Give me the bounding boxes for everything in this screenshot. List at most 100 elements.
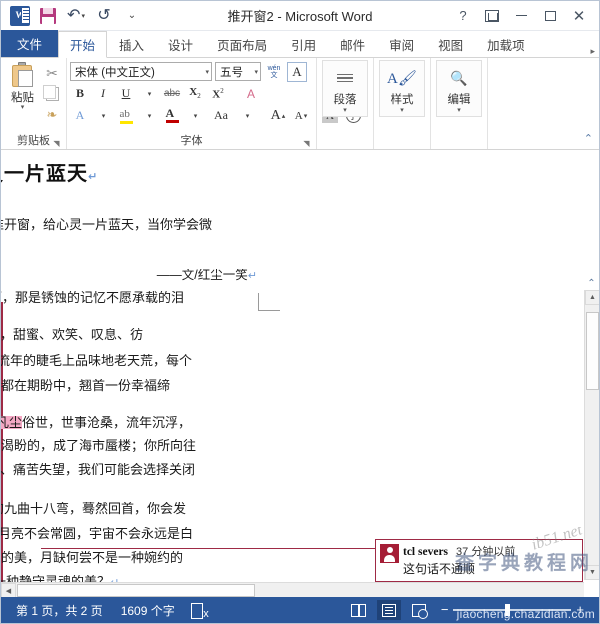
read-mode-view-button[interactable] <box>347 600 371 620</box>
tab-home[interactable]: 开始 <box>58 31 108 58</box>
scroll-left-button[interactable]: ◀ <box>1 583 16 597</box>
horizontal-scrollbar[interactable]: ◀ <box>1 582 584 597</box>
document-page[interactable]: 灵一片蓝天↵ 推开窗，给心灵一片蓝天，当你学会微 ——文/红尘一笑↵ 雨，那是锈… <box>1 150 599 597</box>
proofing-errors-icon[interactable] <box>190 602 209 620</box>
maximize-icon[interactable] <box>536 3 564 29</box>
tab-overflow-icon[interactable]: ▸ <box>590 46 599 57</box>
tab-page-layout[interactable]: 页面布局 <box>205 31 279 57</box>
underline-caret-icon[interactable]: ▾ <box>139 84 159 104</box>
word-count[interactable]: 1609 个字 <box>112 602 184 619</box>
character-border-icon[interactable]: A <box>287 61 307 82</box>
customize-qat-icon[interactable]: ⌄ <box>119 4 145 28</box>
shrink-font-glyph: A <box>294 109 303 122</box>
page-indicator[interactable]: 第 1 页，共 2 页 <box>7 602 112 619</box>
document-line-commented: 凡尘俗世，世事沧桑，流年沉浮， <box>1 416 263 429</box>
italic-icon[interactable]: I <box>93 84 113 104</box>
tab-addins[interactable]: 加载项 <box>475 31 537 57</box>
font-group-label: 字体 ◥ <box>70 134 313 149</box>
comment-text[interactable]: 这句话不通顺 <box>403 560 578 577</box>
minimize-icon[interactable] <box>507 3 535 29</box>
phonetic-top: wén <box>267 64 281 72</box>
scroll-down-button[interactable]: ▼ <box>585 565 599 580</box>
comment-anchor-highlight[interactable]: 凡尘 <box>1 416 23 429</box>
phonetic-guide-icon[interactable]: wén 文 <box>264 62 284 82</box>
paragraph-button[interactable]: 段落 ▾ <box>322 60 368 117</box>
cut-icon[interactable]: ✂ <box>41 63 63 83</box>
font-name-combo[interactable]: 宋体 (中文正文) ▾ <box>70 62 212 81</box>
styles-button[interactable]: A🖌 样式 ▾ <box>379 60 425 117</box>
comment-balloon[interactable]: tcl severs 37 分钟以前 这句话不通顺 zhang 几秒以前 <box>375 539 584 597</box>
print-layout-view-button[interactable] <box>376 600 401 620</box>
font-name-caret-icon[interactable]: ▾ <box>201 68 209 76</box>
text-effects-glyph: A <box>75 108 85 122</box>
phonetic-bottom: 文 <box>270 71 278 79</box>
ribbon-display-options-icon[interactable] <box>478 3 506 29</box>
scroll-up-button[interactable]: ▲ <box>585 290 599 305</box>
styles-caret-icon[interactable]: ▾ <box>400 107 404 116</box>
undo-icon[interactable]: ↶ ▾ <box>63 4 89 28</box>
paste-caret-icon[interactable]: ▾ <box>21 104 25 111</box>
vertical-scrollbar[interactable]: ▲ ▼ <box>584 290 599 580</box>
tab-mailings[interactable]: 邮件 <box>328 31 377 57</box>
word-window: W ↶ ▾ ↺ ⌄ 推开窗2 - Microsoft Word ? ✕ 文件 开始… <box>0 0 600 624</box>
highlight-caret-icon[interactable]: ▾ <box>139 106 159 126</box>
text-effects-caret-icon[interactable]: ▾ <box>93 106 113 126</box>
document-line-8: 的九曲十八弯，蓦然回首，你会发 <box>1 502 187 515</box>
shrink-font-icon[interactable]: A ▾ <box>291 106 311 126</box>
help-icon[interactable]: ? <box>449 3 477 29</box>
tab-insert[interactable]: 插入 <box>107 31 156 57</box>
font-dialog-launcher-icon[interactable]: ◥ <box>302 139 311 148</box>
save-icon[interactable] <box>35 4 61 28</box>
editing-caret-icon[interactable]: ▾ <box>457 107 461 116</box>
ribbon-group-editing: 🔍 编辑 ▾ <box>431 58 488 149</box>
zoom-out-button[interactable]: − <box>441 603 449 616</box>
format-painter-icon[interactable]: ❧ <box>41 105 63 125</box>
change-case-caret-icon[interactable]: ▾ <box>237 106 257 126</box>
highlight-color-icon[interactable]: ab <box>116 106 136 126</box>
change-case-glyph: Aa <box>214 108 228 122</box>
close-icon[interactable]: ✕ <box>565 3 593 29</box>
document-heading: 灵一片蓝天↵ <box>1 164 263 184</box>
strikethrough-icon[interactable]: abc <box>162 84 182 104</box>
comment-timestamp: 37 分钟以前 <box>456 546 516 558</box>
bold-icon[interactable]: B <box>70 84 90 104</box>
font-size-combo[interactable]: 五号 ▾ <box>215 62 261 81</box>
font-group-title: 字体 <box>180 135 203 147</box>
grow-font-glyph: A <box>270 107 281 123</box>
horizontal-scroll-thumb[interactable] <box>17 584 255 597</box>
superscript-icon[interactable]: X2 <box>208 84 228 104</box>
styles-icon: A🖌 <box>387 70 417 87</box>
subscript-icon[interactable]: X2 <box>185 84 205 104</box>
tab-review[interactable]: 审阅 <box>377 31 426 57</box>
attrib-text: ——文/红尘一笑 <box>156 269 248 282</box>
word-app-icon[interactable]: W <box>7 4 33 28</box>
tab-view[interactable]: 视图 <box>426 31 475 57</box>
paste-button[interactable]: 粘贴 ▾ <box>4 60 41 111</box>
tab-file[interactable]: 文件 <box>1 30 59 57</box>
clipboard-dialog-launcher-icon[interactable]: ◥ <box>52 139 61 148</box>
ribbon-group-clipboard: 粘贴 ▾ ✂ ❧ 剪贴板 ◥ <box>1 58 67 149</box>
ribbon-tab-bar: 文件 开始 插入 设计 页面布局 引用 邮件 审阅 视图 加载项 ▸ <box>1 30 599 58</box>
change-case-icon[interactable]: Aa <box>208 106 234 126</box>
underline-icon[interactable]: U <box>116 84 136 104</box>
paragraph-label: 段落 <box>333 94 357 106</box>
redo-icon[interactable]: ↺ <box>91 4 117 28</box>
text-effects-icon[interactable]: A <box>70 106 90 126</box>
web-layout-view-button[interactable] <box>407 600 431 620</box>
document-line-1: 推开窗，给心灵一片蓝天，当你学会微 <box>1 218 213 231</box>
collapse-ribbon-icon[interactable]: ⌃ <box>584 132 593 145</box>
scroll-chevron-up-icon[interactable]: ⌃ <box>584 276 599 290</box>
grow-font-icon[interactable]: A ▴ <box>268 106 288 126</box>
vertical-scroll-thumb[interactable] <box>586 312 599 390</box>
clear-formatting-icon[interactable]: A <box>241 84 261 104</box>
editing-button[interactable]: 🔍 编辑 ▾ <box>436 60 482 117</box>
paragraph-caret-icon[interactable]: ▾ <box>343 107 347 116</box>
copy-icon[interactable] <box>41 84 63 104</box>
tab-design[interactable]: 设计 <box>156 31 205 57</box>
font-color-caret-icon[interactable]: ▾ <box>185 106 205 126</box>
font-color-icon[interactable]: A <box>162 106 182 126</box>
font-name-value: 宋体 (中文正文) <box>75 66 155 79</box>
quick-access-toolbar: W ↶ ▾ ↺ ⌄ <box>1 4 145 28</box>
tab-references[interactable]: 引用 <box>279 31 328 57</box>
font-size-caret-icon[interactable]: ▾ <box>250 68 258 76</box>
